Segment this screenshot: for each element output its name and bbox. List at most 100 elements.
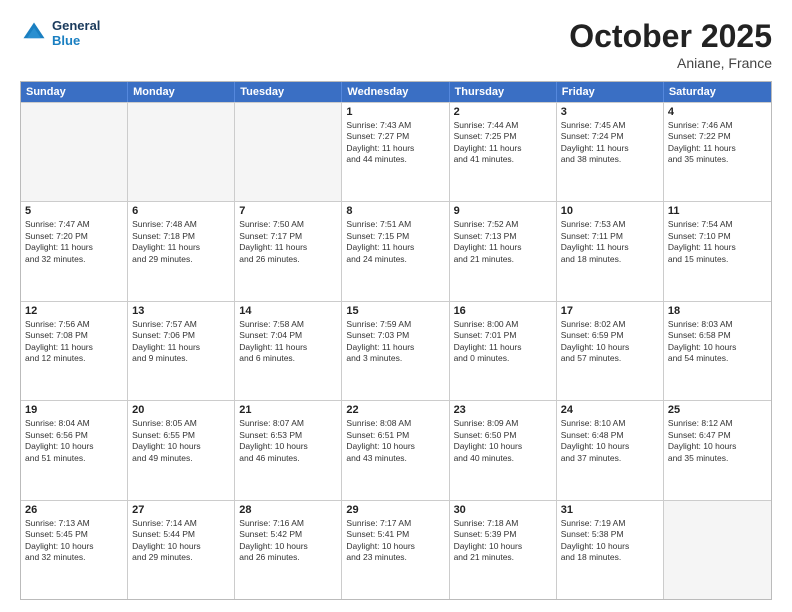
weekday-header-tuesday: Tuesday [235, 82, 342, 102]
calendar-cell: 27 Sunrise: 7:14 AM Sunset: 5:44 PM Dayli… [128, 501, 235, 599]
header: General Blue October 2025 Aniane, France [20, 18, 772, 71]
calendar-cell: 13 Sunrise: 7:57 AM Sunset: 7:06 PM Dayli… [128, 302, 235, 400]
cell-info: Sunrise: 7:50 AM Sunset: 7:17 PM Dayligh… [239, 219, 337, 265]
cell-info: Sunrise: 8:04 AM Sunset: 6:56 PM Dayligh… [25, 418, 123, 464]
calendar-cell: 31Sunrise: 7:19 AM Sunset: 5:38 PM Dayli… [557, 501, 664, 599]
day-number: 29 [346, 504, 444, 516]
day-number: 26 [25, 504, 123, 516]
day-number: 15 [346, 305, 444, 317]
calendar-cell: 18Sunrise: 8:03 AM Sunset: 6:58 PM Dayli… [664, 302, 771, 400]
day-number: 3 [561, 106, 659, 118]
day-number: 23 [454, 404, 552, 416]
calendar-header: SundayMondayTuesdayWednesdayThursdayFrid… [21, 82, 771, 102]
cell-info: Sunrise: 8:07 AM Sunset: 6:53 PM Dayligh… [239, 418, 337, 464]
day-number: 9 [454, 205, 552, 217]
calendar-cell: 10 Sunrise: 7:53 AM Sunset: 7:11 PM Dayli… [557, 202, 664, 300]
calendar-row-4: 26 Sunrise: 7:13 AM Sunset: 5:45 PM Dayli… [21, 500, 771, 599]
day-number: 22 [346, 404, 444, 416]
calendar-cell: 25 Sunrise: 8:12 AM Sunset: 6:47 PM Dayli… [664, 401, 771, 499]
cell-info: Sunrise: 8:08 AM Sunset: 6:51 PM Dayligh… [346, 418, 444, 464]
calendar: SundayMondayTuesdayWednesdayThursdayFrid… [20, 81, 772, 600]
day-number: 25 [668, 404, 767, 416]
calendar-cell: 28 Sunrise: 7:16 AM Sunset: 5:42 PM Dayli… [235, 501, 342, 599]
calendar-cell: 8 Sunrise: 7:51 AM Sunset: 7:15 PM Daylig… [342, 202, 449, 300]
location: Aniane, France [569, 55, 772, 71]
calendar-row-3: 19 Sunrise: 8:04 AM Sunset: 6:56 PM Dayli… [21, 400, 771, 499]
day-number: 17 [561, 305, 659, 317]
calendar-cell: 23Sunrise: 8:09 AM Sunset: 6:50 PM Dayli… [450, 401, 557, 499]
cell-info: Sunrise: 7:53 AM Sunset: 7:11 PM Dayligh… [561, 219, 659, 265]
weekday-header-saturday: Saturday [664, 82, 771, 102]
cell-info: Sunrise: 7:16 AM Sunset: 5:42 PM Dayligh… [239, 518, 337, 564]
calendar-cell [664, 501, 771, 599]
cell-info: Sunrise: 7:54 AM Sunset: 7:10 PM Dayligh… [668, 219, 767, 265]
day-number: 1 [346, 106, 444, 118]
cell-info: Sunrise: 7:13 AM Sunset: 5:45 PM Dayligh… [25, 518, 123, 564]
calendar-cell: 24 Sunrise: 8:10 AM Sunset: 6:48 PM Dayli… [557, 401, 664, 499]
calendar-cell: 3 Sunrise: 7:45 AM Sunset: 7:24 PM Daylig… [557, 103, 664, 201]
weekday-header-wednesday: Wednesday [342, 82, 449, 102]
day-number: 11 [668, 205, 767, 217]
weekday-header-friday: Friday [557, 82, 664, 102]
day-number: 5 [25, 205, 123, 217]
cell-info: Sunrise: 7:57 AM Sunset: 7:06 PM Dayligh… [132, 319, 230, 365]
cell-info: Sunrise: 7:14 AM Sunset: 5:44 PM Dayligh… [132, 518, 230, 564]
cell-info: Sunrise: 7:47 AM Sunset: 7:20 PM Dayligh… [25, 219, 123, 265]
day-number: 7 [239, 205, 337, 217]
calendar-cell: 6Sunrise: 7:48 AM Sunset: 7:18 PM Daylig… [128, 202, 235, 300]
day-number: 18 [668, 305, 767, 317]
calendar-row-1: 5 Sunrise: 7:47 AM Sunset: 7:20 PM Daylig… [21, 201, 771, 300]
calendar-cell: 7 Sunrise: 7:50 AM Sunset: 7:17 PM Daylig… [235, 202, 342, 300]
cell-info: Sunrise: 8:00 AM Sunset: 7:01 PM Dayligh… [454, 319, 552, 365]
month-title: October 2025 [569, 18, 772, 55]
cell-info: Sunrise: 7:45 AM Sunset: 7:24 PM Dayligh… [561, 120, 659, 166]
day-number: 2 [454, 106, 552, 118]
calendar-cell: 1 Sunrise: 7:43 AM Sunset: 7:27 PM Daylig… [342, 103, 449, 201]
cell-info: Sunrise: 8:12 AM Sunset: 6:47 PM Dayligh… [668, 418, 767, 464]
day-number: 21 [239, 404, 337, 416]
calendar-cell: 12Sunrise: 7:56 AM Sunset: 7:08 PM Dayli… [21, 302, 128, 400]
cell-info: Sunrise: 7:48 AM Sunset: 7:18 PM Dayligh… [132, 219, 230, 265]
day-number: 30 [454, 504, 552, 516]
calendar-cell: 11 Sunrise: 7:54 AM Sunset: 7:10 PM Dayli… [664, 202, 771, 300]
day-number: 28 [239, 504, 337, 516]
calendar-cell: 16Sunrise: 8:00 AM Sunset: 7:01 PM Dayli… [450, 302, 557, 400]
day-number: 4 [668, 106, 767, 118]
weekday-header-sunday: Sunday [21, 82, 128, 102]
calendar-cell: 26 Sunrise: 7:13 AM Sunset: 5:45 PM Dayli… [21, 501, 128, 599]
calendar-cell: 29 Sunrise: 7:17 AM Sunset: 5:41 PM Dayli… [342, 501, 449, 599]
calendar-cell: 9 Sunrise: 7:52 AM Sunset: 7:13 PM Daylig… [450, 202, 557, 300]
calendar-cell: 2 Sunrise: 7:44 AM Sunset: 7:25 PM Daylig… [450, 103, 557, 201]
day-number: 12 [25, 305, 123, 317]
page: General Blue October 2025 Aniane, France… [0, 0, 792, 612]
day-number: 13 [132, 305, 230, 317]
calendar-body: 1 Sunrise: 7:43 AM Sunset: 7:27 PM Daylig… [21, 102, 771, 599]
cell-info: Sunrise: 8:10 AM Sunset: 6:48 PM Dayligh… [561, 418, 659, 464]
day-number: 19 [25, 404, 123, 416]
logo: General Blue [20, 18, 100, 48]
calendar-cell: 5 Sunrise: 7:47 AM Sunset: 7:20 PM Daylig… [21, 202, 128, 300]
day-number: 14 [239, 305, 337, 317]
cell-info: Sunrise: 7:58 AM Sunset: 7:04 PM Dayligh… [239, 319, 337, 365]
day-number: 24 [561, 404, 659, 416]
cell-info: Sunrise: 7:17 AM Sunset: 5:41 PM Dayligh… [346, 518, 444, 564]
calendar-cell: 30 Sunrise: 7:18 AM Sunset: 5:39 PM Dayli… [450, 501, 557, 599]
calendar-cell: 15 Sunrise: 7:59 AM Sunset: 7:03 PM Dayli… [342, 302, 449, 400]
cell-info: Sunrise: 7:44 AM Sunset: 7:25 PM Dayligh… [454, 120, 552, 166]
cell-info: Sunrise: 7:18 AM Sunset: 5:39 PM Dayligh… [454, 518, 552, 564]
day-number: 27 [132, 504, 230, 516]
calendar-cell: 17 Sunrise: 8:02 AM Sunset: 6:59 PM Dayli… [557, 302, 664, 400]
cell-info: Sunrise: 8:02 AM Sunset: 6:59 PM Dayligh… [561, 319, 659, 365]
cell-info: Sunrise: 7:59 AM Sunset: 7:03 PM Dayligh… [346, 319, 444, 365]
calendar-cell [235, 103, 342, 201]
logo-text: General Blue [52, 18, 100, 48]
day-number: 8 [346, 205, 444, 217]
cell-info: Sunrise: 7:43 AM Sunset: 7:27 PM Dayligh… [346, 120, 444, 166]
calendar-cell: 22 Sunrise: 8:08 AM Sunset: 6:51 PM Dayli… [342, 401, 449, 499]
cell-info: Sunrise: 7:51 AM Sunset: 7:15 PM Dayligh… [346, 219, 444, 265]
day-number: 10 [561, 205, 659, 217]
weekday-header-monday: Monday [128, 82, 235, 102]
cell-info: Sunrise: 8:05 AM Sunset: 6:55 PM Dayligh… [132, 418, 230, 464]
cell-info: Sunrise: 7:52 AM Sunset: 7:13 PM Dayligh… [454, 219, 552, 265]
calendar-cell: 19 Sunrise: 8:04 AM Sunset: 6:56 PM Dayli… [21, 401, 128, 499]
